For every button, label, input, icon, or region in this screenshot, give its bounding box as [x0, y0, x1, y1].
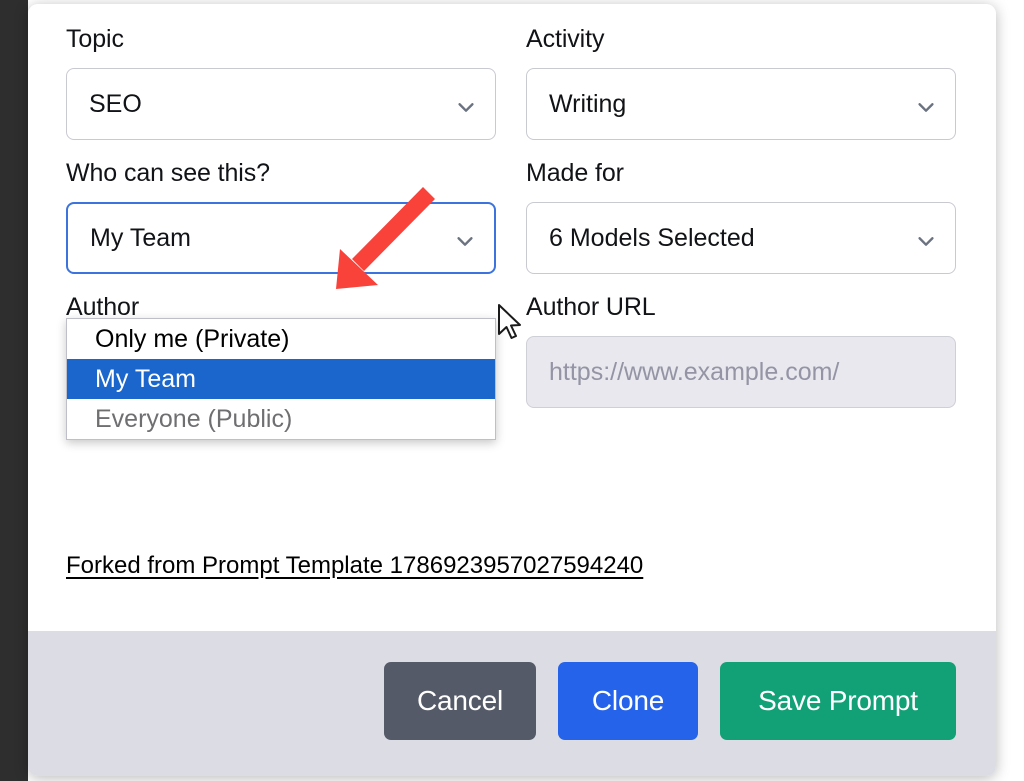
field-label-author-url: Author URL: [526, 293, 656, 321]
chevron-down-icon: [915, 230, 937, 252]
chevron-down-icon: [454, 230, 476, 252]
grid-spacer-left-2: [66, 276, 496, 290]
field-visibility: Who can see this? My Team: [66, 156, 496, 274]
modal-footer: Cancel Clone Save Prompt: [28, 631, 996, 776]
made-for-select-value: 6 Models Selected: [549, 223, 755, 252]
grid-spacer-left: [66, 142, 496, 156]
topic-select[interactable]: SEO: [66, 68, 496, 140]
author-url-placeholder: https://www.example.com/: [549, 357, 840, 386]
field-activity: Activity Writing: [526, 22, 956, 140]
visibility-select-value: My Team: [90, 223, 191, 252]
clone-button[interactable]: Clone: [558, 662, 698, 740]
dropdown-option-private[interactable]: Only me (Private): [67, 319, 495, 359]
field-label-made-for: Made for: [526, 159, 624, 187]
activity-select-value: Writing: [549, 89, 627, 118]
made-for-select[interactable]: 6 Models Selected: [526, 202, 956, 274]
field-made-for: Made for 6 Models Selected: [526, 156, 956, 274]
prompt-settings-modal: Topic SEO Activity Writing Who can see t…: [28, 4, 996, 776]
field-label-visibility: Who can see this?: [66, 159, 270, 187]
forked-from-link[interactable]: Forked from Prompt Template 178692395702…: [66, 552, 643, 580]
save-prompt-button[interactable]: Save Prompt: [720, 662, 956, 740]
dropdown-option-public[interactable]: Everyone (Public): [67, 399, 495, 439]
topic-select-value: SEO: [89, 89, 142, 118]
activity-select[interactable]: Writing: [526, 68, 956, 140]
grid-spacer-right-2: [526, 276, 956, 290]
field-topic: Topic SEO: [66, 22, 496, 140]
grid-spacer-right: [526, 142, 956, 156]
field-label-activity: Activity: [526, 25, 605, 53]
chevron-down-icon: [455, 96, 477, 118]
chevron-down-icon: [915, 96, 937, 118]
cancel-button[interactable]: Cancel: [384, 662, 536, 740]
field-author-url: Author URL https://www.example.com/: [526, 290, 956, 408]
field-label-topic: Topic: [66, 25, 124, 53]
dropdown-option-my-team[interactable]: My Team: [67, 359, 495, 399]
author-url-input[interactable]: https://www.example.com/: [526, 336, 956, 408]
visibility-select[interactable]: My Team: [66, 202, 496, 274]
visibility-dropdown-list[interactable]: Only me (Private) My Team Everyone (Publ…: [66, 318, 496, 440]
